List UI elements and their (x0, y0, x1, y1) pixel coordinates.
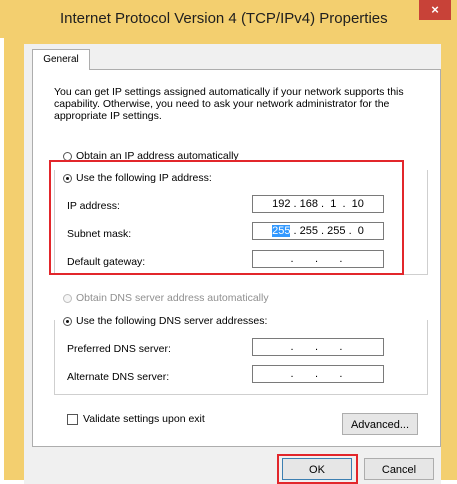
checkbox-label: Validate settings upon exit (83, 413, 205, 425)
cancel-button[interactable]: Cancel (364, 458, 434, 480)
radio-button (63, 293, 72, 303)
preferred-dns-label: Preferred DNS server: (67, 343, 171, 355)
close-button[interactable]: × (419, 0, 451, 20)
preferred-dns-input[interactable]: . . . (252, 338, 384, 356)
radio-label: Use the following DNS server addresses: (76, 315, 268, 327)
tab-general[interactable]: General (32, 49, 90, 70)
radio-obtain-dns-auto: Obtain DNS server address automatically (63, 292, 269, 304)
alternate-dns-input[interactable]: . . . (252, 365, 384, 383)
radio-use-following-dns[interactable]: Use the following DNS server addresses: (63, 315, 267, 327)
dns-group-border (54, 320, 428, 395)
window-title: Internet Protocol Version 4 (TCP/IPv4) P… (60, 10, 388, 27)
preferred-dns-value: . . . (287, 341, 349, 353)
radio-button[interactable] (63, 316, 72, 326)
ok-highlight-box (277, 454, 358, 484)
description-text: You can get IP settings assigned automat… (54, 86, 404, 122)
ip-highlight-box (49, 160, 404, 275)
checkbox-box[interactable] (67, 413, 78, 425)
radio-label: Obtain DNS server address automatically (76, 292, 269, 304)
advanced-button[interactable]: Advanced... (342, 413, 418, 435)
alternate-dns-label: Alternate DNS server: (67, 371, 170, 383)
alternate-dns-value: . . . (287, 368, 349, 380)
validate-settings-checkbox[interactable]: Validate settings upon exit (67, 413, 205, 425)
